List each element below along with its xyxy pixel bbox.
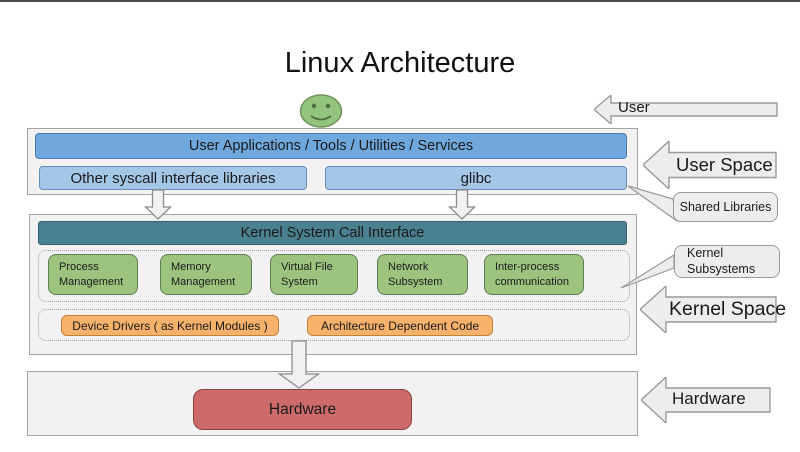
subsystem-box: Network Subsystem [377, 254, 468, 295]
subsystem-box: Memory Management [160, 254, 252, 295]
kernel-syscall-interface-bar: Kernel System Call Interface [38, 221, 627, 245]
subsystem-box: Inter-process communication [484, 254, 584, 295]
kernel-space-label-arrow: Kernel Space [640, 286, 777, 333]
kernel-subsystems-callout: Kernel Subsystems [674, 245, 780, 278]
hardware-label-arrow: Hardware [641, 377, 771, 423]
subsystem-box: Virtual File System [270, 254, 358, 295]
module-box: Architecture Dependent Code [307, 315, 493, 336]
shared-libraries-label: Shared Libraries [680, 200, 772, 214]
user-space-label: User Space [676, 154, 773, 176]
subsystem-box: Process Management [48, 254, 138, 295]
glibc-box: glibc [325, 166, 627, 190]
hardware-box: Hardware [193, 389, 412, 430]
syscall-libraries-box: Other syscall interface libraries [39, 166, 307, 190]
shared-libraries-callout: Shared Libraries [673, 192, 778, 222]
hardware-label: Hardware [672, 389, 746, 409]
kernel-subsystems-label: Kernel Subsystems [687, 246, 779, 277]
page-title: Linux Architecture [0, 47, 800, 80]
user-space-label-arrow: User Space [643, 141, 777, 189]
module-box: Device Drivers ( as Kernel Modules ) [61, 315, 279, 336]
top-border-line [0, 0, 800, 2]
kernel-space-label: Kernel Space [669, 298, 786, 321]
user-applications-bar: User Applications / Tools / Utilities / … [35, 133, 627, 159]
user-label-arrow: User [594, 95, 778, 124]
user-label: User [618, 99, 650, 116]
